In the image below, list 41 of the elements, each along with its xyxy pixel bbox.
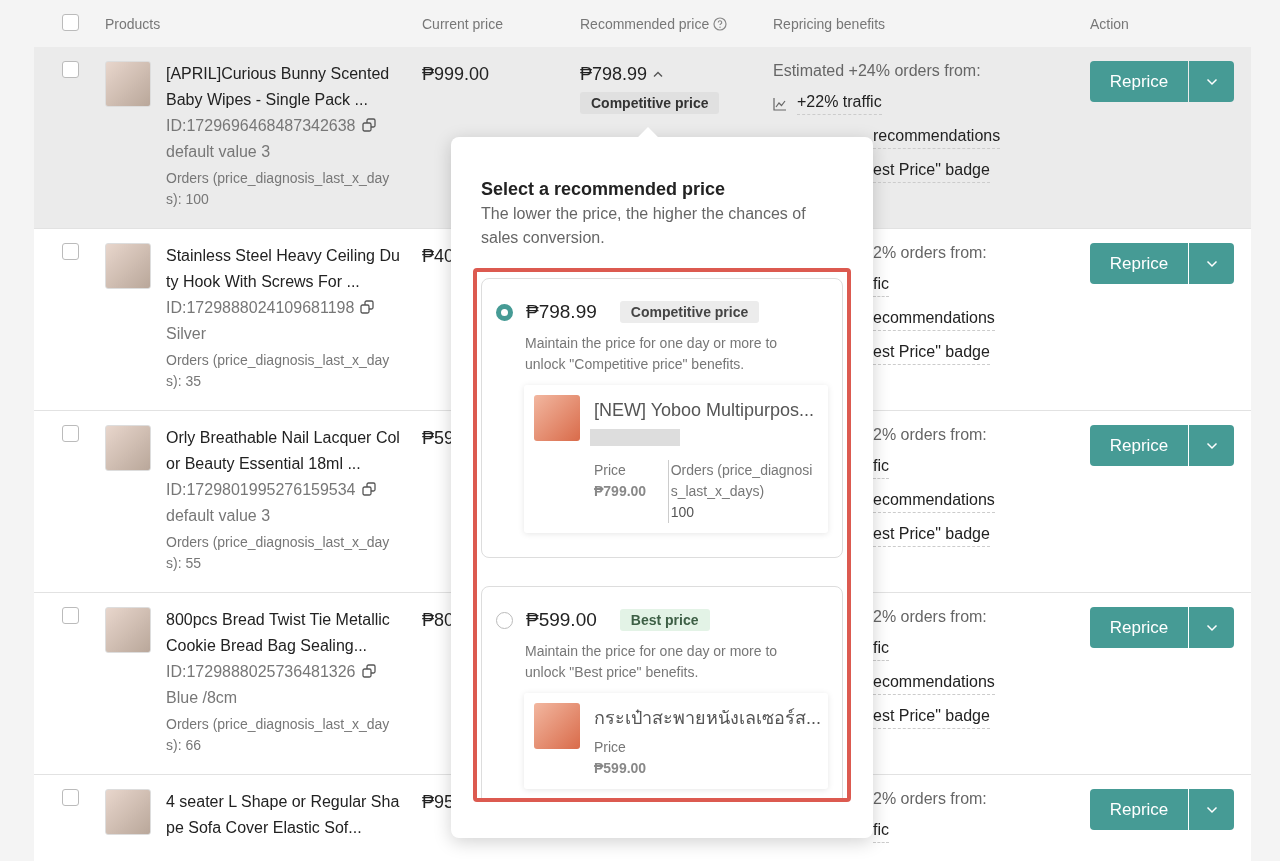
- product-variant: Blue /8cm: [166, 688, 239, 708]
- option-price: ₱798.99: [526, 301, 597, 323]
- benefit-item: +22% traffic: [797, 93, 882, 115]
- product-variant: default value 3: [166, 142, 272, 162]
- option-price: ₱599.00: [526, 609, 597, 631]
- price-tag: Best price: [619, 609, 710, 631]
- price-label: Price: [594, 738, 627, 757]
- benefit-summary: Estimated +24% orders from:: [773, 62, 981, 80]
- current-price: ₱999.00: [422, 64, 490, 84]
- option-description: Maintain the price for one day or more to unlock "Best price" benefits.: [525, 642, 779, 682]
- product-variant: Silver: [166, 324, 207, 344]
- price-tag: Competitive price: [580, 92, 720, 114]
- recommended-price: ₱798.99: [580, 63, 648, 86]
- benefit-summary: 2% orders from:: [873, 426, 987, 444]
- orders-count: Orders (price_diagnosis_last_x_days): 66: [166, 715, 391, 755]
- option-description: Maintain the price for one day or more to unlock "Competitive price" benefits.: [525, 334, 779, 374]
- orders-value: 100: [670, 503, 696, 522]
- reference-product-name: กระเป๋าสะพายหนังเลเซอร์ส...: [594, 707, 818, 730]
- column-header: Recommended price: [580, 15, 710, 32]
- price-label: Price: [594, 461, 627, 480]
- product-variant: default value 3: [166, 506, 272, 526]
- reference-price: ₱799.00: [594, 482, 648, 501]
- orders-label: Orders (price_diagnosis_last_x_days): [670, 461, 814, 501]
- reference-price: ₱599.00: [594, 759, 648, 778]
- column-header: Current price: [422, 15, 504, 32]
- orders-count: Orders (price_diagnosis_last_x_days): 55: [166, 533, 391, 573]
- column-header: Repricing benefits: [773, 15, 887, 32]
- benefit-summary: 2% orders from:: [873, 608, 987, 626]
- price-tag: Competitive price: [619, 301, 760, 323]
- product-id: ID:1729696468487342638: [166, 113, 402, 139]
- orders-count: Orders (price_diagnosis_last_x_days): 100: [166, 169, 391, 209]
- product-id: ID:1729801995276159534: [166, 477, 402, 503]
- benefit-item: recommendations: [873, 127, 1001, 149]
- popover-title: Select a recommended price: [481, 178, 727, 201]
- product-id: ID:1729888025736481326: [166, 659, 402, 685]
- benefit-summary: 2% orders from:: [873, 244, 987, 262]
- product-id: ID:1729888024109681198: [166, 295, 402, 321]
- column-header: Products: [105, 15, 162, 32]
- orders-count: Orders (price_diagnosis_last_x_days): 35: [166, 351, 391, 391]
- benefit-summary: 2% orders from:: [873, 790, 987, 808]
- column-header: Action: [1090, 15, 1130, 32]
